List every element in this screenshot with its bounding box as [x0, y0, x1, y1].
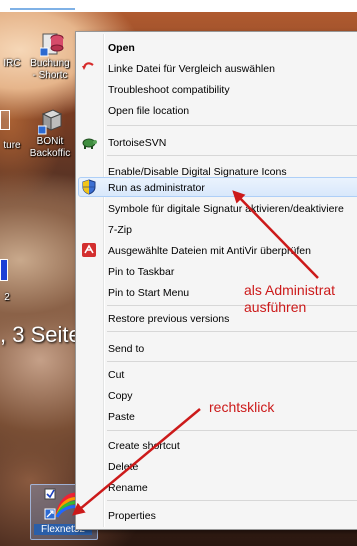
- arrow-to-run-as-admin: [232, 190, 319, 279]
- annotation-arrows: [72, 190, 319, 516]
- arrow-to-flexnet-icon: [72, 408, 201, 516]
